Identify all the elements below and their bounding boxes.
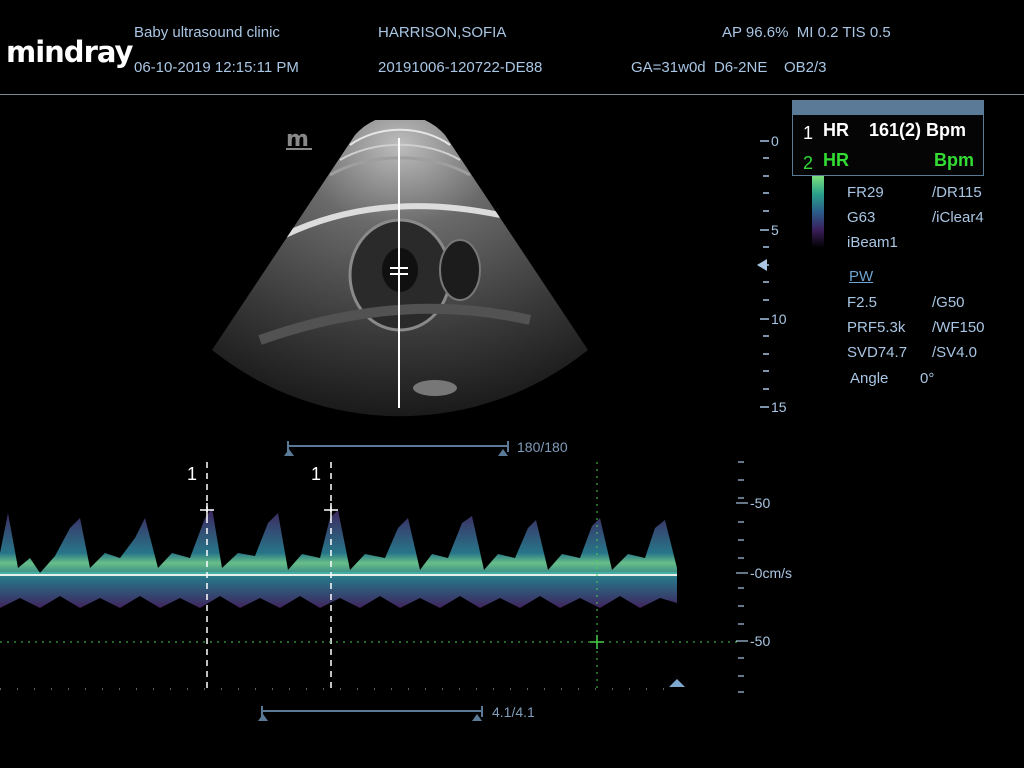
patient-name: HARRISON,SOFIA <box>378 24 507 41</box>
pw-wall-filter: /WF150 <box>932 319 985 336</box>
doppler-colormap <box>812 176 824 248</box>
param-iclear: /iClear4 <box>932 209 984 226</box>
pw-freq: F2.5 <box>847 294 878 311</box>
caliper-label-1a: 1 <box>187 464 198 484</box>
heart-rate-panel: 1 HR 161(2) Bpm 2 HR Bpm <box>792 100 984 176</box>
hr-row-2-index: 2 <box>803 153 814 173</box>
hr-row-1-index: 1 <box>803 123 814 143</box>
doppler-cine-counter: 4.1/4.1 <box>492 704 535 720</box>
hr-row-2-value: Bpm <box>934 150 974 170</box>
bmode-image[interactable]: m <box>200 120 600 420</box>
velocity-label-bottom: -50 <box>750 633 771 649</box>
exam-id: 20191006-120722-DE88 <box>378 59 543 76</box>
mindray-logo: mindray <box>6 35 133 69</box>
doppler-spectrum[interactable] <box>0 458 780 703</box>
pw-sample-volume: /SV4.0 <box>932 344 978 361</box>
header-divider <box>0 94 1024 95</box>
bmode-cine-bar[interactable] <box>283 438 513 458</box>
pw-gain: /G50 <box>932 294 965 311</box>
pw-svd: SVD74.7 <box>847 344 908 361</box>
pw-prf: PRF5.3k <box>847 319 906 336</box>
velocity-label-top: -50 <box>750 495 771 511</box>
exam-datetime: 06-10-2019 12:15:11 PM <box>134 59 299 76</box>
doppler-cine-bar[interactable] <box>257 703 489 723</box>
caliper-label-1b: 1 <box>311 464 322 484</box>
pw-mode-label[interactable]: PW <box>849 268 873 285</box>
param-gain: G63 <box>847 209 876 226</box>
acoustic-output: AP 96.6% MI 0.2 TIS 0.5 <box>722 24 891 41</box>
depth-scale <box>757 140 769 408</box>
angle-label: Angle <box>850 370 889 387</box>
depth-label-10: 10 <box>771 311 787 327</box>
depth-label-0: 0 <box>771 133 779 149</box>
param-fr: FR29 <box>847 184 884 201</box>
hr-row-1-value: 161(2) Bpm <box>869 120 967 140</box>
exam-info: GA=31w0d D6-2NE OB2/3 <box>631 59 827 76</box>
angle-value: 0° <box>920 370 935 387</box>
depth-label-5: 5 <box>771 222 779 238</box>
param-dr: /DR115 <box>932 184 982 201</box>
clinic-name: Baby ultrasound clinic <box>134 24 280 41</box>
param-ibeam: iBeam1 <box>847 234 898 251</box>
velocity-label-baseline: -0cm/s <box>750 565 792 581</box>
depth-label-15: 15 <box>771 399 787 415</box>
bmode-cine-counter: 180/180 <box>517 439 568 455</box>
hr-row-1-label: HR <box>823 120 849 140</box>
hr-row-2-label: HR <box>823 150 849 170</box>
